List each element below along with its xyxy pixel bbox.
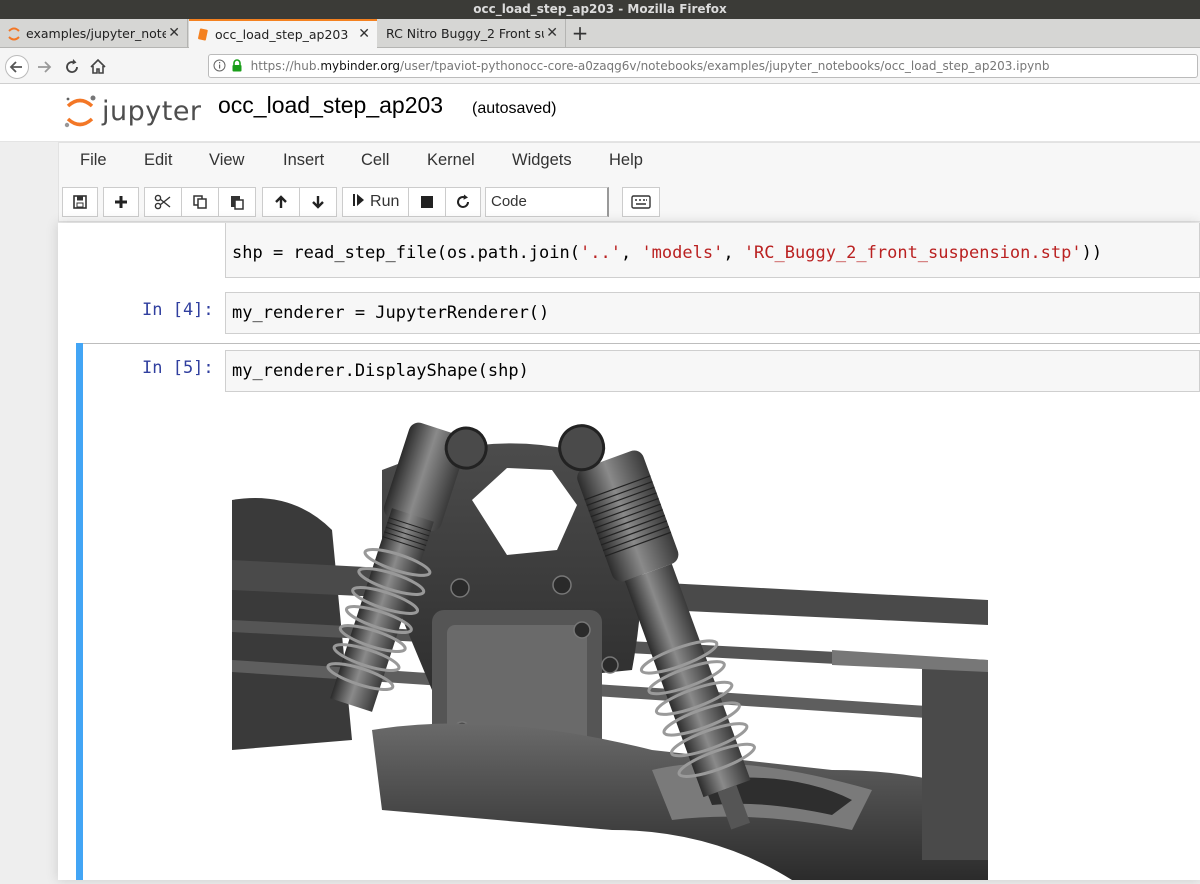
input-prompt: In [5]: [142, 358, 214, 378]
tab-occ-load-step[interactable]: occ_load_step_ap203 ✕ [189, 19, 377, 49]
jupyter-logo[interactable]: jupyter [62, 92, 202, 132]
menu-help[interactable]: Help [609, 151, 643, 170]
paste-button[interactable] [218, 187, 256, 217]
move-down-button[interactable] [299, 187, 337, 217]
move-up-button[interactable] [262, 187, 300, 217]
tab-rc-nitro-buggy[interactable]: RC Nitro Buggy_2 Front suspension ✕ [378, 19, 566, 48]
code-string: 'models' [641, 243, 724, 263]
paste-icon [231, 196, 244, 210]
code-text: , [723, 243, 744, 263]
forward-button[interactable] [34, 57, 54, 77]
url-domain: mybinder.org [320, 59, 400, 73]
home-button[interactable] [88, 57, 108, 77]
new-tab-button[interactable]: + [570, 19, 590, 48]
insert-cell-button[interactable] [103, 187, 139, 217]
run-button[interactable]: Run [342, 187, 409, 217]
plus-icon [115, 196, 127, 208]
command-palette-button[interactable] [622, 187, 660, 217]
jupyter-header: jupyter occ_load_step_ap203 (autosaved) [0, 84, 1200, 142]
code-string: '..' [580, 243, 621, 263]
save-button[interactable] [62, 187, 98, 217]
menu-widgets[interactable]: Widgets [512, 151, 572, 170]
code-text: shp = read_step_file(os.path.join( [232, 243, 580, 263]
code-text: )) [1081, 243, 1103, 263]
menu-kernel[interactable]: Kernel [427, 151, 475, 170]
cut-button[interactable] [144, 187, 182, 217]
copy-button[interactable] [181, 187, 219, 217]
tab-label: RC Nitro Buggy_2 Front suspension [386, 26, 544, 41]
keyboard-icon [631, 195, 651, 209]
step-forward-icon [352, 194, 364, 206]
url-prefix: https://hub. [250, 59, 321, 73]
reload-button[interactable] [62, 57, 82, 77]
code-cell-editor[interactable]: my_renderer = JupyterRenderer() [225, 292, 1200, 334]
close-tab-icon[interactable]: ✕ [168, 19, 180, 48]
notebook-favicon-icon [197, 21, 211, 49]
jupyter-logo-text: jupyter [102, 96, 202, 127]
code-text: , [620, 243, 642, 263]
menu-toolbar-panel: File Edit View Insert Cell Kernel Widget… [58, 142, 1200, 222]
arrow-up-icon [275, 195, 287, 208]
back-button[interactable] [5, 55, 29, 79]
selected-cell-indicator [76, 343, 83, 880]
tab-label: examples/jupyter_notebooks [25, 26, 166, 41]
url-bar[interactable]: https://hub.mybinder.org/user/tpaviot-py… [208, 54, 1198, 78]
lock-icon [231, 55, 247, 77]
restart-kernel-button[interactable] [445, 187, 481, 217]
code-cell-editor[interactable]: my_renderer.DisplayShape(shp) [225, 350, 1200, 392]
save-icon [73, 195, 87, 209]
navigation-bar: https://hub.mybinder.org/user/tpaviot-py… [0, 48, 1200, 84]
code-string: 'RC_Buggy_2_front_suspension.stp' [743, 243, 1082, 263]
close-tab-icon[interactable]: ✕ [358, 21, 370, 48]
tab-strip: examples/jupyter_notebooks ✕ occ_load_st… [0, 19, 1200, 49]
autosave-status: (autosaved) [472, 100, 557, 117]
renderer-output-canvas[interactable] [232, 410, 988, 880]
cell-type-select[interactable]: Code [485, 187, 609, 217]
close-tab-icon[interactable]: ✕ [546, 19, 558, 48]
jupyter-favicon-icon [8, 19, 22, 48]
suspension-3d-model[interactable] [232, 410, 988, 880]
input-prompt: In [4]: [142, 300, 214, 320]
arrow-down-icon [312, 196, 324, 209]
tab-label: occ_load_step_ap203 [214, 27, 349, 42]
menu-edit[interactable]: Edit [144, 151, 172, 170]
menu-cell[interactable]: Cell [361, 151, 389, 170]
menu-view[interactable]: View [209, 151, 244, 170]
copy-icon [193, 195, 207, 209]
menu-file[interactable]: File [80, 151, 107, 170]
url-path: /user/tpaviot-pythonocc-core-a0zaqg6v/no… [400, 59, 1050, 73]
tab-examples[interactable]: examples/jupyter_notebooks ✕ [0, 19, 188, 48]
jupyter-logo-icon [64, 95, 96, 128]
stop-icon [421, 196, 433, 208]
info-icon[interactable] [213, 55, 227, 77]
selected-cell-border [83, 343, 1200, 344]
notebook-title[interactable]: occ_load_step_ap203 [218, 92, 443, 119]
menu-insert[interactable]: Insert [283, 151, 324, 170]
window-title: occ_load_step_ap203 - Mozilla Firefox [0, 0, 1200, 19]
cut-icon [154, 194, 171, 210]
restart-icon [457, 194, 469, 208]
interrupt-button[interactable] [408, 187, 446, 217]
code-cell-editor[interactable]: shp = read_step_file(os.path.join('..', … [225, 223, 1200, 278]
run-label: Run [370, 193, 400, 210]
